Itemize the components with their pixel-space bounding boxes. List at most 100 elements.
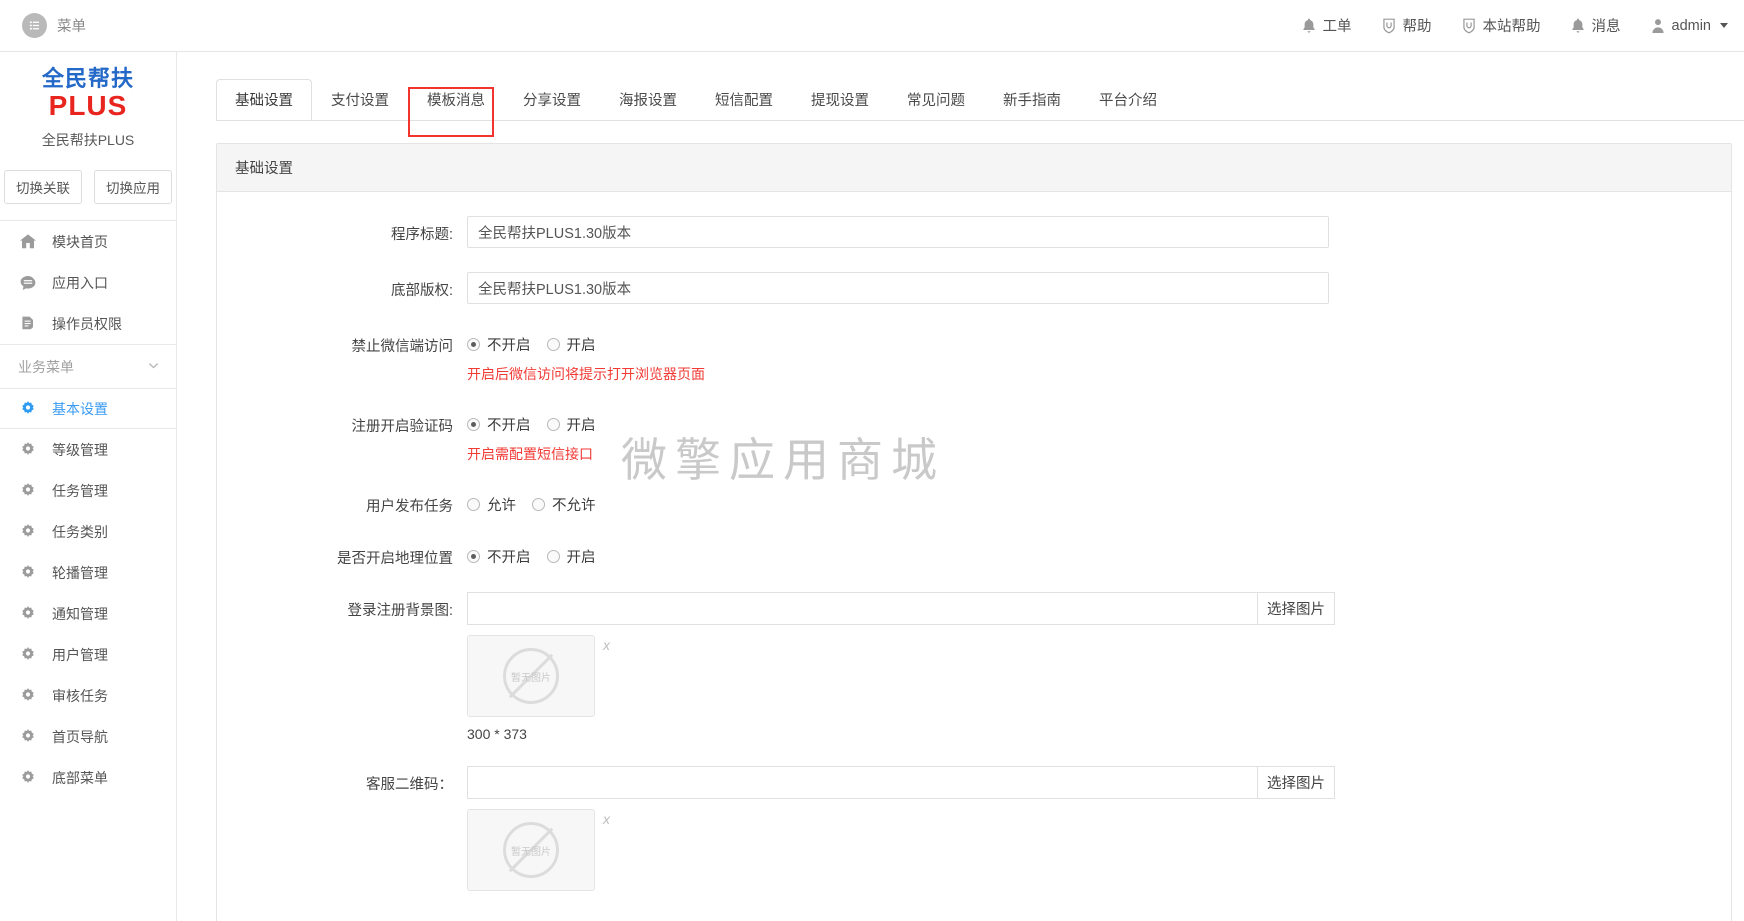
radio-block-wechat-off[interactable]: 不开启: [467, 334, 531, 355]
register-captcha-hint: 开启需配置短信接口: [467, 446, 593, 462]
field-label: 是否开启地理位置: [337, 551, 453, 567]
sidebar-item-carousel-management[interactable]: 轮播管理: [0, 552, 176, 593]
user-publish-task-radio-group: 允许 不允许: [467, 488, 1731, 515]
sidebar-item-notification-management[interactable]: 通知管理: [0, 593, 176, 634]
header-item-workorder[interactable]: 工单: [1302, 15, 1352, 36]
header-item-help[interactable]: 帮助: [1382, 15, 1432, 36]
tab-withdraw-settings[interactable]: 提现设置: [792, 79, 888, 121]
sidebar-item-task-category[interactable]: 任务类别: [0, 511, 176, 552]
tab-poster-settings[interactable]: 海报设置: [600, 79, 696, 121]
tab-newbie-guide[interactable]: 新手指南: [984, 79, 1080, 121]
user-account-menu[interactable]: admin: [1651, 17, 1728, 34]
app-logo: 全民帮扶 PLUS: [41, 67, 134, 122]
menu-label: 菜单: [57, 19, 86, 35]
brand-block: 全民帮扶 PLUS 全民帮扶PLUS: [0, 52, 176, 156]
radio-label: 开启: [566, 338, 596, 354]
login-bg-select-image-button[interactable]: 选择图片: [1257, 592, 1335, 625]
login-bg-remove-icon[interactable]: x: [603, 637, 610, 653]
no-image-text: 暂无图片: [511, 846, 551, 858]
radio-geo-off[interactable]: 不开启: [467, 546, 531, 567]
field-label: 用户发布任务: [366, 499, 453, 515]
gear-icon: [18, 687, 38, 704]
header-item-label: 工单: [1322, 19, 1352, 35]
service-qrcode-thumbnail[interactable]: 暂无图片: [467, 809, 595, 891]
program-title-input[interactable]: [467, 216, 1329, 248]
sidebar-item-label: 任务管理: [52, 482, 108, 499]
header-actions: 工单 帮助 本站帮助 消息 admin: [1302, 15, 1728, 36]
tab-payment-settings[interactable]: 支付设置: [312, 79, 408, 121]
sidebar-item-label: 操作员权限: [52, 315, 122, 332]
switch-app-button[interactable]: 切换应用: [94, 170, 172, 205]
sidebar-item-level-management[interactable]: 等级管理: [0, 429, 176, 470]
shield-icon: [1462, 18, 1476, 34]
tab-bar-underline: [216, 120, 1744, 121]
sidebar-item-label: 首页导航: [52, 728, 108, 745]
sidebar-item-module-home[interactable]: 模块首页: [0, 221, 176, 262]
sidebar-item-app-entry[interactable]: 应用入口: [0, 262, 176, 303]
radio-label: 不允许: [552, 498, 596, 514]
app-name: 全民帮扶PLUS: [41, 132, 135, 149]
sidebar-group-business-menu[interactable]: 业务菜单: [0, 344, 176, 388]
sidebar-item-audit-task[interactable]: 审核任务: [0, 675, 176, 716]
sidebar-item-label: 模块首页: [52, 233, 108, 250]
sidebar-item-home-navigation[interactable]: 首页导航: [0, 716, 176, 757]
user-name: admin: [1671, 17, 1712, 34]
panel-title: 基础设置: [217, 144, 1731, 192]
radio-register-captcha-off[interactable]: 不开启: [467, 414, 531, 435]
block-wechat-hint: 开启后微信访问将提示打开浏览器页面: [467, 366, 705, 382]
main-content: 基础设置 支付设置 模板消息 分享设置 海报设置 短信配置 提现设置 常见问题 …: [177, 52, 1744, 921]
menu-toggle-button[interactable]: 菜单: [22, 13, 86, 38]
header-item-messages[interactable]: 消息: [1571, 15, 1621, 36]
radio-user-publish-deny[interactable]: 不允许: [532, 494, 596, 515]
login-bg-image-input[interactable]: [467, 592, 1257, 625]
radio-user-publish-allow[interactable]: 允许: [467, 494, 516, 515]
field-label: 程序标题:: [390, 227, 453, 243]
sidebar-item-label: 应用入口: [52, 274, 108, 291]
tab-faq[interactable]: 常见问题: [888, 79, 984, 121]
field-label: 底部版权:: [390, 283, 453, 299]
form-row-footer-copyright: 底部版权:: [217, 272, 1731, 304]
gear-icon: [18, 441, 38, 458]
radio-label: 开启: [566, 550, 596, 566]
radio-block-wechat-on[interactable]: 开启: [546, 334, 596, 355]
service-qrcode-select-image-button[interactable]: 选择图片: [1257, 766, 1335, 799]
tab-template-message[interactable]: 模板消息: [408, 79, 504, 121]
gear-icon: [18, 605, 38, 622]
header-item-label: 帮助: [1402, 19, 1432, 35]
switch-association-button[interactable]: 切换关联: [4, 170, 82, 205]
sidebar-item-user-management[interactable]: 用户管理: [0, 634, 176, 675]
logo-line-1: 全民帮扶: [41, 67, 134, 92]
sidebar-item-operator-permission[interactable]: 操作员权限: [0, 303, 176, 344]
top-header-bar: 菜单 工单 帮助 本站帮助 消息 admin: [0, 0, 1744, 52]
settings-tab-bar: 基础设置 支付设置 模板消息 分享设置 海报设置 短信配置 提现设置 常见问题 …: [216, 75, 1744, 137]
sidebar-item-basic-settings[interactable]: 基本设置: [0, 388, 176, 430]
sidebar: 全民帮扶 PLUS 全民帮扶PLUS 切换关联 切换应用 模块首页 应用入口 操…: [0, 52, 177, 921]
tab-basic-settings[interactable]: 基础设置: [216, 79, 312, 121]
gear-icon: [18, 400, 38, 417]
sidebar-item-bottom-menu[interactable]: 底部菜单: [0, 757, 176, 798]
gear-icon: [18, 564, 38, 581]
radio-indicator: [467, 338, 480, 351]
header-item-site-help[interactable]: 本站帮助: [1462, 15, 1541, 36]
gear-icon: [18, 728, 38, 745]
radio-geo-on[interactable]: 开启: [546, 546, 596, 567]
tab-platform-intro[interactable]: 平台介绍: [1080, 79, 1176, 121]
radio-register-captcha-on[interactable]: 开启: [546, 414, 596, 435]
radio-indicator: [532, 498, 545, 511]
service-qrcode-upload-line: 选择图片: [467, 766, 1335, 799]
list-menu-icon: [22, 13, 47, 38]
footer-copyright-input[interactable]: [467, 272, 1329, 304]
sidebar-item-label: 等级管理: [52, 441, 108, 458]
sidebar-item-label: 任务类别: [52, 523, 108, 540]
form-row-register-captcha: 注册开启验证码 不开启 开启 开启需配置短信接口: [217, 408, 1731, 464]
service-qrcode-input[interactable]: [467, 766, 1257, 799]
header-item-label: 本站帮助: [1482, 19, 1541, 35]
service-qrcode-remove-icon[interactable]: x: [603, 811, 610, 827]
tab-share-settings[interactable]: 分享设置: [504, 79, 600, 121]
radio-label: 不开启: [487, 418, 531, 434]
radio-label: 允许: [487, 498, 516, 514]
login-bg-thumbnail[interactable]: 暂无图片: [467, 635, 595, 717]
sidebar-item-task-management[interactable]: 任务管理: [0, 470, 176, 511]
logo-line-2: PLUS: [48, 90, 128, 122]
tab-sms-config[interactable]: 短信配置: [696, 79, 792, 121]
